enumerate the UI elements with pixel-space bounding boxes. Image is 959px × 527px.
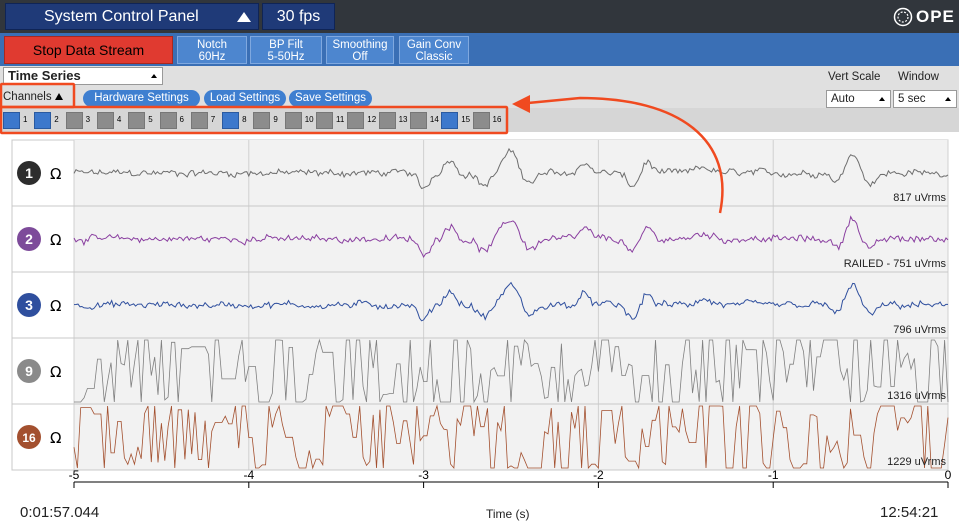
channel-toggle-number: 7 [210, 115, 216, 124]
dropdown-caret-icon [151, 74, 157, 78]
channel-toggle-4[interactable] [96, 112, 114, 129]
logo-icon [893, 7, 913, 27]
channel-selector-bar: 1 2 3 4 5 6 7 8 9 10 11 12 13 14 15 16 [0, 108, 959, 132]
channel-number: 9 [25, 363, 33, 379]
hardware-settings-button[interactable]: Hardware Settings [83, 90, 200, 107]
impedance-icon[interactable]: Ω [50, 429, 61, 447]
rms-label: 817 uVrms [893, 192, 946, 204]
channel-toggle-7[interactable] [190, 112, 208, 129]
channel-toggle-number: 10 [304, 115, 314, 124]
control-row: Stop Data Stream Notch 60Hz BP Filt 5-50… [0, 33, 959, 66]
x-axis-label: Time (s) [486, 507, 530, 521]
channel-toggle-number: 6 [179, 115, 184, 124]
channel-toggle-number: 2 [54, 115, 59, 124]
smoothing-button[interactable]: Smoothing Off [326, 36, 394, 64]
expand-triangle-icon [237, 12, 251, 22]
x-tick-label: -1 [768, 468, 779, 482]
channel-toggle-number: 5 [148, 115, 153, 124]
channel-toggle-number: 15 [461, 115, 471, 124]
channel-toggle-15[interactable] [441, 112, 459, 129]
channel-number: 1 [25, 165, 33, 181]
channels-label: Channels [3, 91, 52, 103]
channels-toggle[interactable]: Channels [3, 91, 63, 103]
dropdown-caret-icon [945, 97, 951, 101]
rms-label: 796 uVrms [893, 324, 946, 336]
channel-toggle-number: 1 [23, 115, 28, 124]
widget-type-select[interactable]: Time Series [3, 67, 163, 85]
window-label: Window [898, 71, 939, 83]
bp-line1: BP Filt [269, 39, 303, 51]
logo-text: OPE [916, 7, 955, 26]
x-tick-label: -2 [593, 468, 604, 482]
plot-canvas: 1 Ω 817 uVrms 2 Ω RAILED - 751 uVrms 3 Ω 796 uVr… [11, 139, 952, 488]
top-bar: System Control Panel 30 fps OPE [0, 0, 959, 33]
rms-label: RAILED - 751 uVrms [844, 258, 947, 270]
impedance-icon[interactable]: Ω [50, 165, 61, 183]
impedance-icon[interactable]: Ω [50, 297, 61, 315]
channel-toggle-5[interactable] [128, 112, 146, 129]
channel-toggle-2[interactable] [34, 112, 52, 129]
channel-toggle-14[interactable] [409, 112, 427, 129]
widget-type-value: Time Series [8, 68, 81, 83]
channel-toggle-number: 9 [273, 115, 278, 124]
channel-toggle-12[interactable] [347, 112, 365, 129]
notch-line1: Notch [196, 39, 228, 51]
bp-line2: 5-50Hz [267, 51, 305, 63]
channel-toggle-13[interactable] [378, 112, 396, 129]
channel-toggle-number: 12 [367, 115, 377, 124]
dropdown-caret-icon [879, 97, 885, 101]
vert-scale-label: Vert Scale [828, 71, 881, 83]
channel-toggle-number: 14 [429, 115, 439, 124]
channel-toggle-16[interactable] [472, 112, 490, 129]
smoothing-line2: Off [352, 51, 368, 63]
collapse-triangle-icon [54, 93, 63, 100]
widget-header: Time Series Vert Scale Window Auto 5 sec… [0, 66, 959, 108]
vert-scale-select[interactable]: Auto [826, 90, 891, 108]
channel-toggle-number: 8 [242, 115, 247, 124]
impedance-icon[interactable]: Ω [50, 231, 61, 249]
channel-toggle-number: 11 [336, 115, 345, 124]
channel-number: 3 [25, 297, 33, 313]
x-tick-label: -4 [243, 468, 254, 482]
fps-selector[interactable]: 30 fps [262, 3, 335, 30]
notch-filter-button[interactable]: Notch 60Hz [177, 36, 247, 64]
bandpass-filter-button[interactable]: BP Filt 5-50Hz [250, 36, 322, 64]
clock-time: 12:54:21 [880, 504, 939, 521]
system-control-panel-label: System Control Panel [44, 8, 199, 25]
system-control-panel-button[interactable]: System Control Panel [5, 3, 259, 30]
channel-toggle-6[interactable] [159, 112, 177, 129]
window-value: 5 sec [898, 93, 926, 105]
channel-toggle-number: 13 [398, 115, 408, 124]
x-tick-label: -5 [69, 468, 80, 482]
elapsed-time: 0:01:57.044 [20, 504, 100, 521]
channel-toggle-8[interactable] [222, 112, 240, 129]
gain-conversion-button[interactable]: Gain Conv Classic [399, 36, 469, 64]
channel-toggle-number: 4 [116, 115, 122, 124]
vert-scale-value: Auto [831, 93, 855, 105]
time-series-plot: 1 Ω 817 uVrms 2 Ω RAILED - 751 uVrms 3 Ω 796 uVr… [0, 132, 959, 527]
channel-toggle-11[interactable] [316, 112, 333, 129]
channel-toggle-1[interactable] [3, 112, 20, 129]
rms-label: 1316 uVrms [887, 390, 946, 402]
impedance-icon[interactable]: Ω [50, 363, 61, 381]
gain-line2: Classic [415, 51, 453, 63]
channel-number: 2 [25, 231, 33, 247]
notch-line2: 60Hz [198, 51, 226, 63]
stop-data-stream-button[interactable]: Stop Data Stream [4, 36, 173, 64]
channel-toggle-10[interactable] [284, 112, 302, 129]
save-settings-button[interactable]: Save Settings [289, 90, 372, 107]
channel-toggle-9[interactable] [253, 112, 271, 129]
channel-toggle-number: 16 [492, 115, 502, 124]
openbci-logo: OPE [893, 6, 955, 28]
channel-toggle-3[interactable] [65, 112, 83, 129]
x-tick-label: 0 [945, 468, 952, 482]
x-tick-label: -3 [418, 468, 429, 482]
gain-line1: Gain Conv [406, 39, 462, 51]
smoothing-line1: Smoothing [332, 39, 388, 51]
window-select[interactable]: 5 sec [893, 90, 957, 108]
rms-label: 1229 uVrms [887, 456, 946, 468]
channel-toggle-number: 3 [85, 115, 91, 124]
channel-number: 16 [22, 431, 36, 445]
load-settings-button[interactable]: Load Settings [204, 90, 286, 107]
